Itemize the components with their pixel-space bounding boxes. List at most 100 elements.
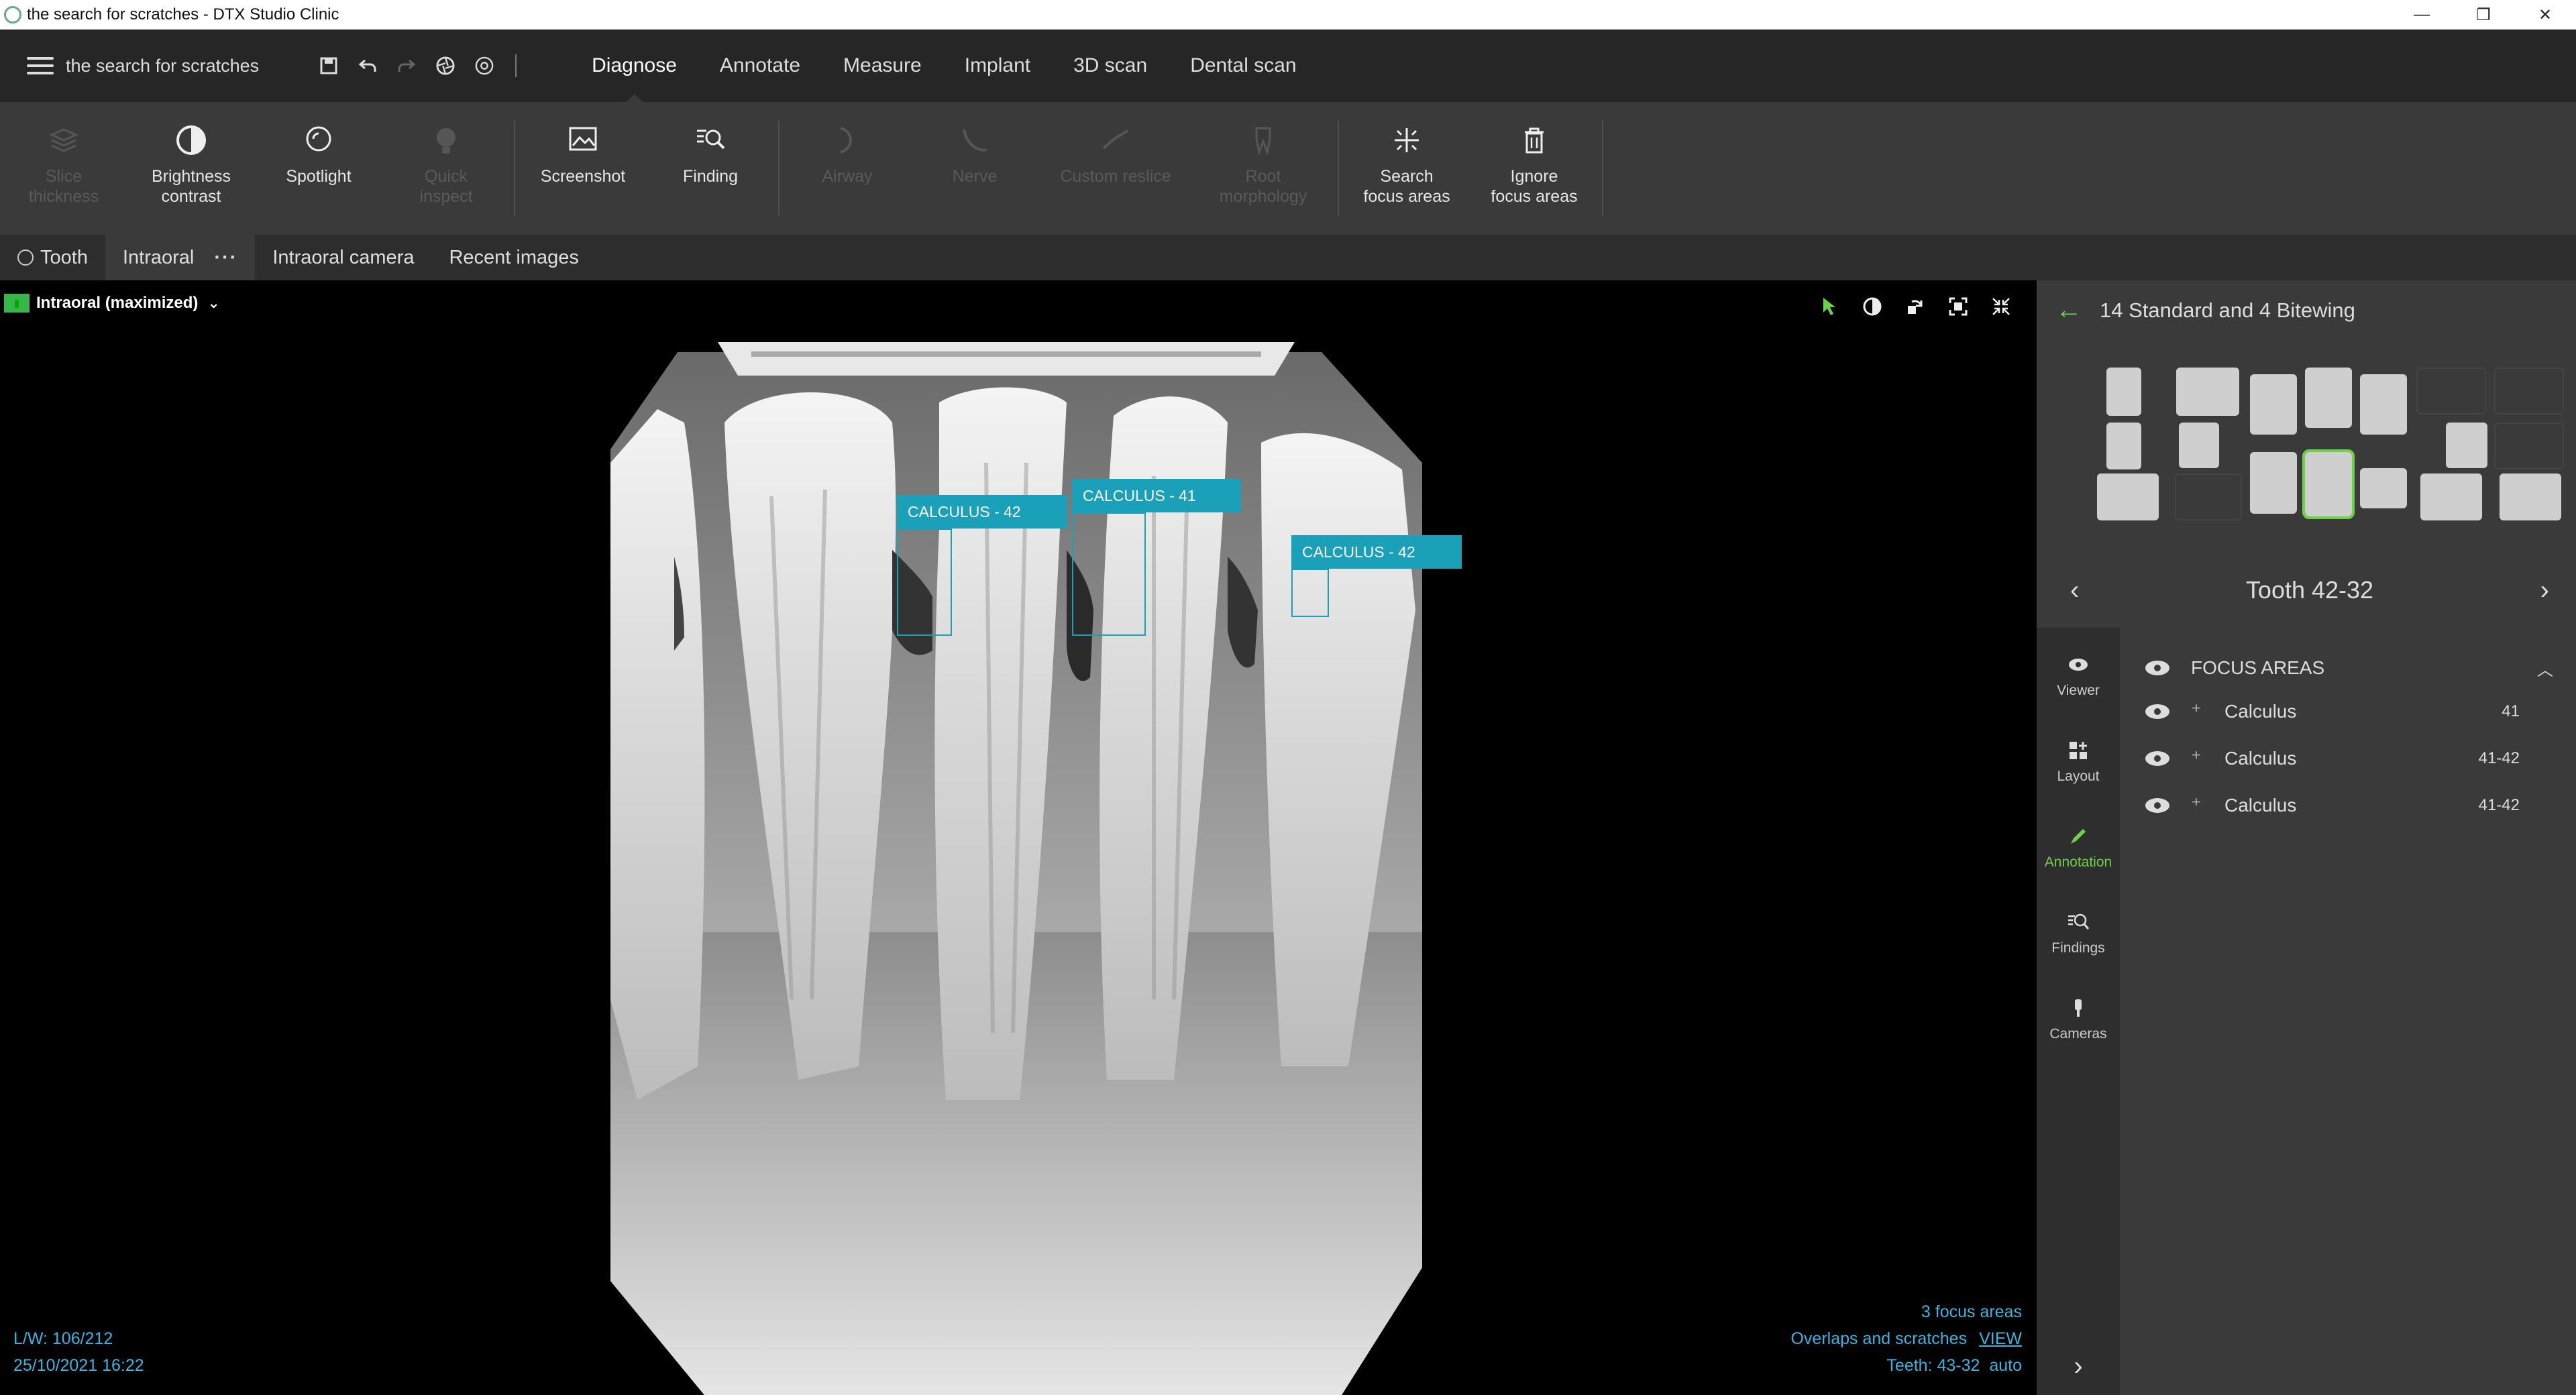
- thumbnail[interactable]: [2360, 374, 2407, 435]
- visibility-eye-icon[interactable]: [2144, 797, 2171, 814]
- slice-thickness-button[interactable]: Slice thickness: [0, 102, 127, 235]
- thumbnail[interactable]: [2250, 452, 2297, 514]
- focus-areas-header[interactable]: FOCUS AREAS ︿: [2144, 648, 2553, 688]
- thumbnail[interactable]: [2446, 423, 2487, 468]
- sparkle-icon: [1389, 122, 1425, 158]
- redo-icon[interactable]: [397, 56, 416, 75]
- root-morphology-button[interactable]: Root morphology: [1193, 102, 1334, 235]
- focus-areas-title: FOCUS AREAS: [2191, 657, 2325, 678]
- screenshot-button[interactable]: Screenshot: [519, 102, 647, 235]
- save-icon[interactable]: [319, 56, 338, 75]
- thumbnail-empty[interactable]: [2175, 473, 2242, 520]
- minimize-button[interactable]: —: [2391, 0, 2453, 30]
- expand-panel-icon[interactable]: ›: [2037, 1351, 2120, 1382]
- overlaps-label: Overlaps and scratches: [1790, 1329, 1968, 1348]
- settings-wheel-icon[interactable]: [475, 56, 494, 75]
- focus-area-label[interactable]: CALCULUS - 42: [1291, 535, 1462, 569]
- main-navbar: the search for scratches Diagnose Annota…: [0, 30, 2576, 102]
- side-tab-annotation[interactable]: Annotation: [2037, 805, 2120, 891]
- thumbnail-empty[interactable]: [2494, 423, 2564, 469]
- close-button[interactable]: ✕: [2514, 0, 2576, 30]
- image-viewer[interactable]: ▮ Intraoral (maximized) ⌄ CALCULUS - 42 …: [0, 280, 2037, 1395]
- focus-area-label[interactable]: CALCULUS - 42: [897, 495, 1067, 528]
- next-arrow-icon[interactable]: ›: [2540, 575, 2549, 606]
- undo-icon[interactable]: [358, 56, 377, 75]
- rotate-icon[interactable]: [1904, 295, 1927, 318]
- focus-area-teeth: 41-42: [2478, 796, 2520, 814]
- visibility-eye-icon[interactable]: [2144, 750, 2171, 767]
- series-title: 14 Standard and 4 Bitewing: [2100, 298, 2355, 322]
- side-tab-layout[interactable]: Layout: [2037, 719, 2120, 805]
- thumbnail[interactable]: [2179, 423, 2219, 468]
- camera-icon: [2067, 997, 2090, 1019]
- thumbnail[interactable]: [2106, 368, 2141, 416]
- visibility-eye-icon[interactable]: [2144, 704, 2171, 720]
- tab-tooth[interactable]: Tooth: [0, 235, 105, 280]
- thumbnail[interactable]: [2106, 423, 2141, 469]
- tab-measure[interactable]: Measure: [822, 30, 943, 102]
- focus-sparkle-icon: ⁺: [2191, 700, 2202, 723]
- restore-button[interactable]: ❐: [2453, 0, 2514, 30]
- aperture-icon[interactable]: [436, 56, 455, 75]
- more-options-icon[interactable]: ···: [214, 247, 237, 269]
- tab-intraoral[interactable]: Intraoral ···: [105, 235, 256, 280]
- side-tab-viewer[interactable]: Viewer: [2037, 633, 2120, 719]
- tab-intraoral-camera[interactable]: Intraoral camera: [255, 235, 431, 280]
- search-focus-areas-button[interactable]: Search focus areas: [1343, 102, 1470, 235]
- view-overlaps-link[interactable]: VIEW: [1979, 1329, 2022, 1348]
- thumbnail[interactable]: [2097, 473, 2159, 520]
- tab-recent-images[interactable]: Recent images: [431, 235, 596, 280]
- thumbnail-empty[interactable]: [2416, 368, 2486, 414]
- thumbnail[interactable]: [2420, 473, 2482, 520]
- image-datetime: 25/10/2021 16:22: [13, 1356, 144, 1375]
- thumbnail[interactable]: [2250, 374, 2297, 435]
- focus-area-item[interactable]: ⁺ Calculus 41-42: [2144, 735, 2553, 782]
- contrast-tool-icon[interactable]: [1861, 295, 1884, 318]
- tab-3d-scan[interactable]: 3D scan: [1052, 30, 1169, 102]
- focus-area-box[interactable]: [1072, 512, 1146, 636]
- thumbnail[interactable]: [2305, 368, 2352, 428]
- tab-dental-scan[interactable]: Dental scan: [1169, 30, 1318, 102]
- xray-image[interactable]: [597, 329, 1442, 1395]
- thumbnail-selected[interactable]: [2302, 449, 2355, 519]
- tool-label: Nerve: [952, 167, 998, 186]
- side-tab-findings[interactable]: Findings: [2037, 891, 2120, 976]
- brightness-contrast-button[interactable]: Brightness contrast: [127, 102, 255, 235]
- side-tab-label: Annotation: [2044, 854, 2112, 870]
- auto-toggle[interactable]: auto: [1989, 1356, 2022, 1375]
- project-name[interactable]: the search for scratches: [66, 56, 259, 76]
- thumbnail[interactable]: [2176, 368, 2239, 416]
- thumbnail[interactable]: [2500, 473, 2561, 520]
- thumbnail[interactable]: [2360, 468, 2407, 508]
- quick-inspect-button[interactable]: Quick inspect: [382, 102, 510, 235]
- visibility-eye-icon[interactable]: [2144, 660, 2171, 676]
- layout-dropdown[interactable]: ▮ Intraoral (maximized) ⌄: [4, 294, 220, 313]
- ignore-focus-areas-button[interactable]: Ignore focus areas: [1470, 102, 1598, 235]
- airway-button[interactable]: Airway: [784, 102, 911, 235]
- side-tab-cameras[interactable]: Cameras: [2037, 976, 2120, 1062]
- pointer-icon[interactable]: [1818, 295, 1841, 318]
- eye-icon: [2067, 653, 2090, 676]
- side-tab-label: Viewer: [2057, 683, 2100, 698]
- tab-implant[interactable]: Implant: [943, 30, 1052, 102]
- back-arrow-icon[interactable]: ←: [2055, 295, 2082, 325]
- focus-area-box[interactable]: [1291, 569, 1329, 617]
- focus-area-box[interactable]: [897, 528, 952, 636]
- tool-label: Airway: [822, 167, 873, 186]
- thumbnail-empty[interactable]: [2494, 368, 2564, 414]
- previous-arrow-icon[interactable]: ‹: [2070, 575, 2079, 606]
- layout-badge-icon: ▮: [4, 294, 30, 313]
- fit-screen-icon[interactable]: [1947, 295, 1970, 318]
- hamburger-menu-icon[interactable]: [27, 57, 54, 74]
- nerve-button[interactable]: Nerve: [911, 102, 1038, 235]
- spotlight-button[interactable]: Spotlight: [255, 102, 382, 235]
- focus-area-label[interactable]: CALCULUS - 41: [1072, 479, 1241, 512]
- tab-annotate[interactable]: Annotate: [698, 30, 822, 102]
- collapse-caret-icon[interactable]: ︿: [2537, 657, 2553, 680]
- focus-area-item[interactable]: ⁺ Calculus 41: [2144, 688, 2553, 735]
- custom-reslice-button[interactable]: Custom reslice: [1038, 102, 1193, 235]
- tab-diagnose[interactable]: Diagnose: [570, 30, 698, 102]
- finding-button[interactable]: Finding: [647, 102, 774, 235]
- focus-area-item[interactable]: ⁺ Calculus 41-42: [2144, 782, 2553, 829]
- minimize-view-icon[interactable]: [1990, 295, 2012, 318]
